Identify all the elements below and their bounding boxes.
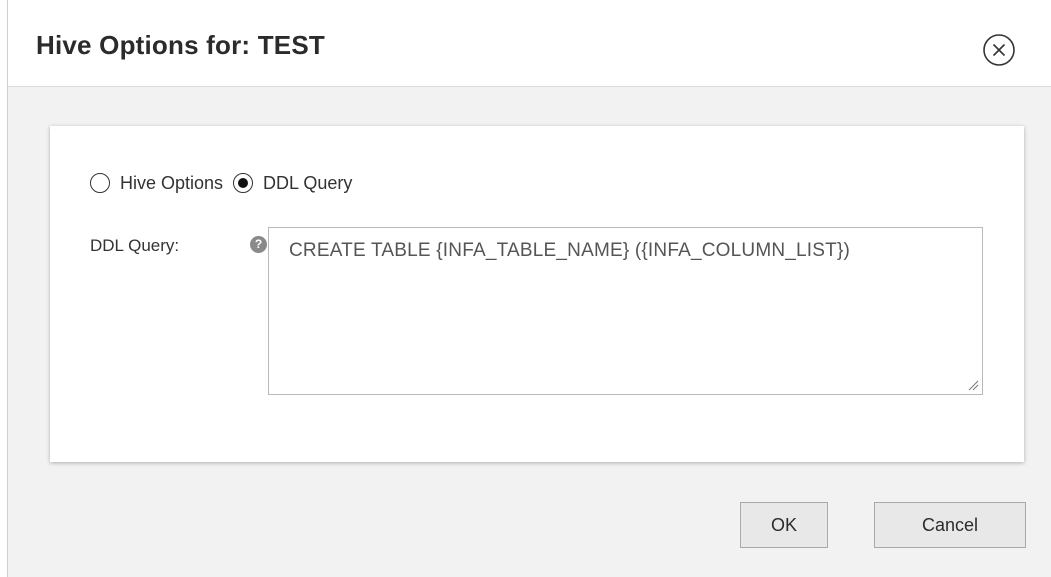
cancel-button[interactable]: Cancel xyxy=(874,502,1026,548)
resize-grip-icon[interactable] xyxy=(967,379,979,391)
ddl-query-textarea[interactable]: CREATE TABLE {INFA_TABLE_NAME} ({INFA_CO… xyxy=(268,227,983,395)
options-panel: Hive Options DDL Query DDL Query: ? CREA… xyxy=(50,126,1024,462)
radio-ddl-query[interactable]: DDL Query xyxy=(233,173,352,194)
ok-button[interactable]: OK xyxy=(740,502,828,548)
radio-hive-options[interactable]: Hive Options xyxy=(90,173,223,194)
radio-ddl-query-label[interactable]: DDL Query xyxy=(263,173,352,194)
radio-ddl-query-circle[interactable] xyxy=(233,173,254,193)
radio-hive-options-circle[interactable] xyxy=(90,173,110,193)
help-icon[interactable]: ? xyxy=(250,236,267,253)
radio-hive-options-label[interactable]: Hive Options xyxy=(120,173,223,194)
mode-radio-group: Hive Options DDL Query xyxy=(90,170,352,196)
close-icon[interactable] xyxy=(982,33,1016,67)
ddl-query-text: CREATE TABLE {INFA_TABLE_NAME} ({INFA_CO… xyxy=(289,240,851,261)
dialog-title: Hive Options for: TEST xyxy=(36,30,325,60)
ddl-query-label: DDL Query: xyxy=(90,236,180,255)
dialog-header: Hive Options for: TEST xyxy=(8,0,1051,87)
hive-options-dialog: Hive Options for: TEST Hive Options DDL … xyxy=(7,0,1051,577)
radio-selected-dot xyxy=(238,178,249,188)
